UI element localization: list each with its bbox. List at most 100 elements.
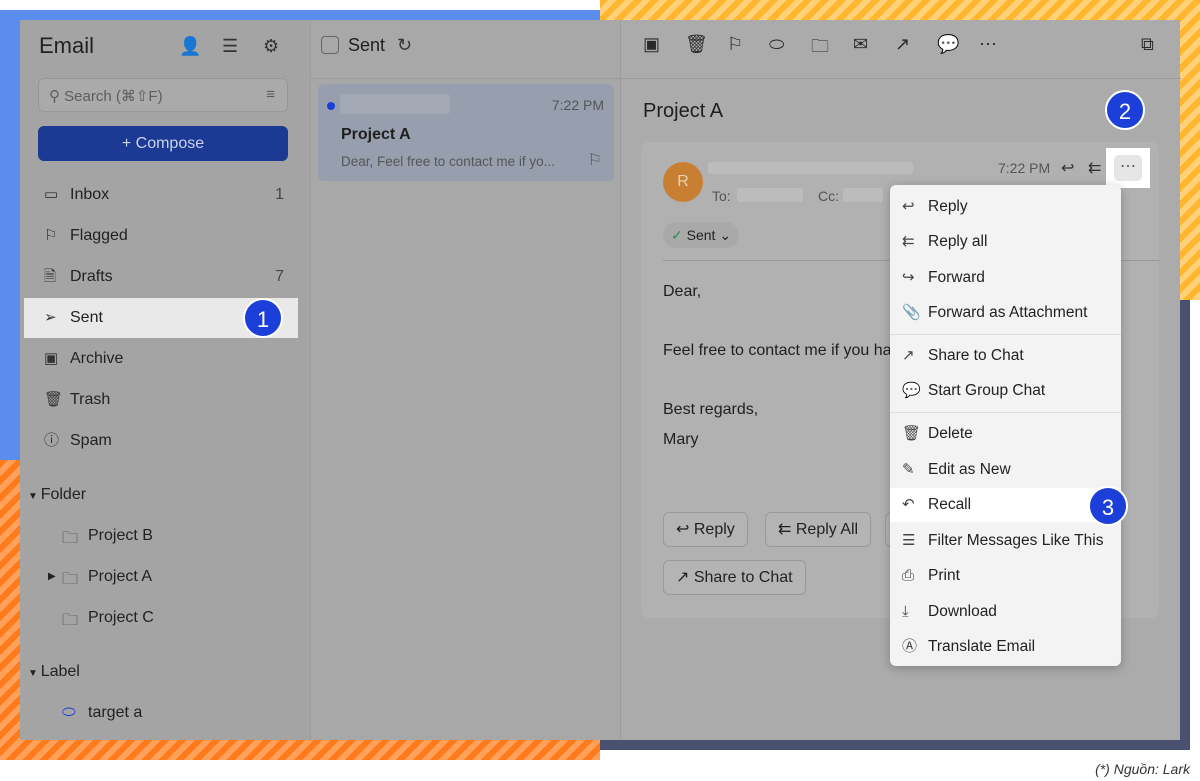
- gear-icon[interactable]: ⚙: [263, 36, 279, 56]
- sidebar-item-archive[interactable]: ▣ Archive: [24, 339, 298, 379]
- undo-icon: ↶: [902, 496, 915, 513]
- more-icon[interactable]: ⋯: [979, 34, 997, 55]
- menu-item-delete[interactable]: 🗑 Delete: [890, 417, 1121, 451]
- download-icon: ⤓: [902, 603, 909, 620]
- flag-icon[interactable]: ⚐: [727, 34, 743, 55]
- menu-item-forward[interactable]: ↪ Forward: [890, 261, 1121, 295]
- menu-item-filter-messages[interactable]: ☰ Filter Messages Like This: [890, 524, 1121, 558]
- caret-down-icon: ▼: [28, 491, 41, 502]
- more-options-menu: ↩ Reply ⇇ Reply all ↪ Forward 📎 Forward as A…: [890, 185, 1121, 666]
- sidebar-item-trash[interactable]: 🗑 Trash: [24, 380, 298, 420]
- share-to-chat-button[interactable]: ↗ Share to Chat: [663, 560, 806, 595]
- select-all-checkbox[interactable]: [321, 36, 339, 54]
- trash-icon[interactable]: 🗑: [685, 34, 708, 55]
- move-to-folder-icon[interactable]: 🗀: [811, 34, 829, 64]
- status-badge[interactable]: ✓ Sent ⌄: [663, 222, 740, 248]
- menu-item-reply-all[interactable]: ⇇ Reply all: [890, 225, 1121, 259]
- caret-right-icon[interactable]: ▶: [48, 571, 56, 582]
- menu-divider: [890, 412, 1121, 413]
- tag-icon: ⬭: [62, 704, 76, 721]
- folder-project-c[interactable]: 🗀 Project C: [62, 609, 154, 629]
- menu-item-download[interactable]: ⤓ Download: [890, 595, 1121, 629]
- search-input[interactable]: ⚲ Search (⌘⇧F) ≡: [38, 78, 288, 112]
- refresh-icon[interactable]: ↻: [397, 35, 412, 55]
- unread-dot: [327, 102, 335, 110]
- cc-redacted: [843, 188, 883, 202]
- folder-icon: 🗀: [62, 612, 79, 629]
- forward-icon: ↪: [902, 269, 915, 286]
- search-icon: ⚲: [49, 88, 65, 105]
- list-title: Sent: [348, 35, 386, 55]
- menu-item-start-group-chat[interactable]: 💬 Start Group Chat: [890, 374, 1121, 408]
- filter-icon[interactable]: ≡: [266, 86, 275, 103]
- chat-icon[interactable]: 💬: [937, 34, 959, 55]
- flag-icon[interactable]: ⚐: [588, 150, 602, 170]
- sidebar-item-flagged[interactable]: ⚐ Flagged: [24, 216, 298, 256]
- edit-icon: ✎: [902, 461, 915, 478]
- app-title: Email: [39, 33, 95, 58]
- menu-item-reply[interactable]: ↩ Reply: [890, 190, 1121, 224]
- body-line: Mary: [663, 431, 699, 448]
- more-button-highlight: ⋯: [1106, 148, 1150, 188]
- printer-icon: ⎙: [902, 567, 915, 584]
- reply-icon[interactable]: ↩: [1061, 158, 1074, 178]
- divider: [621, 78, 1181, 79]
- sidebar-item-inbox[interactable]: ▭ Inbox 1: [24, 175, 298, 215]
- share-icon: ↗: [902, 347, 915, 364]
- label-target-a[interactable]: ⬭ target a: [62, 704, 142, 722]
- label-icon[interactable]: ⬭: [769, 34, 784, 55]
- recipient-redacted: [737, 188, 803, 202]
- check-circle-icon: ✓: [671, 227, 687, 243]
- trash-icon: 🗑: [44, 391, 64, 408]
- folder-project-b[interactable]: 🗀 Project B: [62, 527, 153, 547]
- paperclip-icon: 📎: [902, 304, 921, 321]
- sender-redacted: [708, 162, 913, 174]
- translate-icon: Ⓐ: [902, 638, 918, 655]
- menu-item-translate[interactable]: Ⓐ Translate Email: [890, 630, 1121, 664]
- menu-item-recall[interactable]: ↶ Recall: [890, 488, 1121, 522]
- caret-down-icon: ▼: [28, 668, 41, 679]
- menu-item-forward-attachment[interactable]: 📎 Forward as Attachment: [890, 296, 1121, 330]
- label-header[interactable]: ▼ Label: [28, 663, 80, 681]
- list-icon: ☰: [902, 532, 916, 549]
- reply-button[interactable]: ↩ Reply: [663, 512, 748, 547]
- share-icon[interactable]: ↗: [895, 34, 910, 55]
- mark-read-icon[interactable]: ✉: [853, 34, 868, 55]
- reply-all-icon: ⇇: [902, 233, 915, 250]
- menu-item-edit-as-new[interactable]: ✎ Edit as New: [890, 453, 1121, 487]
- step-badge-2: 2: [1105, 90, 1145, 130]
- folder-header[interactable]: ▼ Folder: [28, 486, 86, 504]
- contacts-icon[interactable]: 👤: [179, 36, 201, 56]
- message-list: Sent ↻ 7:22 PM Project A Dear, Feel free…: [310, 20, 621, 740]
- list-icon[interactable]: ☰: [222, 36, 238, 56]
- body-line: Dear,: [663, 283, 702, 300]
- archive-icon[interactable]: ▣: [643, 34, 660, 55]
- step-badge-3: 3: [1088, 486, 1128, 526]
- body-line: Best regards,: [663, 401, 759, 418]
- reply-all-button[interactable]: ⇇ Reply All: [765, 512, 872, 547]
- menu-divider: [890, 334, 1121, 335]
- folder-project-a[interactable]: ▶ 🗀 Project A: [48, 568, 152, 588]
- sidebar-item-spam[interactable]: ⓘ Spam: [24, 421, 298, 461]
- more-options-button[interactable]: ⋯: [1114, 155, 1142, 181]
- divider: [311, 78, 621, 79]
- reply-icon: ↩: [902, 198, 915, 215]
- new-window-icon[interactable]: ⧉: [1141, 34, 1154, 55]
- body-line: Feel free to contact me if you have a: [663, 342, 922, 359]
- folder-icon: 🗀: [62, 530, 79, 547]
- compose-button[interactable]: + Compose: [38, 126, 288, 161]
- menu-item-print[interactable]: ⎙ Print: [890, 559, 1121, 593]
- folder-icon: 🗀: [62, 571, 79, 588]
- step-badge-1: 1: [243, 298, 283, 338]
- chevron-down-icon: ⌄: [715, 227, 732, 243]
- sidebar-item-drafts[interactable]: 🗎 Drafts 7: [24, 257, 298, 297]
- source-caption: (*) Nguồn: Lark: [1095, 761, 1190, 777]
- avatar: R: [663, 162, 703, 202]
- trash-icon: 🗑: [902, 425, 922, 442]
- list-item[interactable]: 7:22 PM Project A Dear, Feel free to con…: [318, 84, 614, 181]
- send-icon: ➢: [44, 309, 57, 326]
- reply-all-icon[interactable]: ⇇: [1088, 158, 1101, 178]
- sidebar: Email 👤 ☰ ⚙ ⚲ Search (⌘⇧F) ≡ + Compose ▭ I…: [20, 20, 310, 740]
- email-subject: Project A: [643, 100, 724, 122]
- menu-item-share-to-chat[interactable]: ↗ Share to Chat: [890, 339, 1121, 373]
